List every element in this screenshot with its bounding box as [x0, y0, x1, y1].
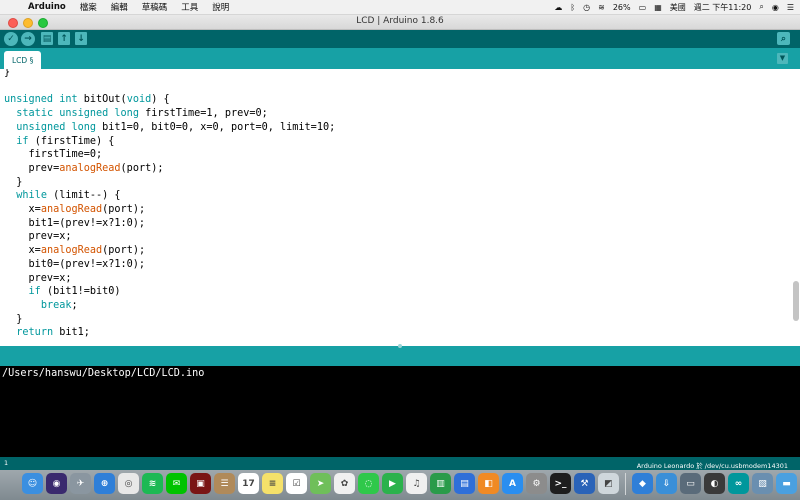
system-preferences-icon[interactable]: ⚙	[526, 473, 547, 494]
menu-edit[interactable]: 編輯	[111, 1, 128, 13]
folder-icon[interactable]: ▬	[776, 473, 797, 494]
new-sketch-button[interactable]: ▤	[41, 32, 53, 45]
toolbar: ✓ → ▤ ↑ ↓ ⌕	[0, 30, 800, 48]
board-port-info: Arduino Leonardo 於 /dev/cu.usbmodem14301	[636, 462, 788, 470]
notification-center-icon[interactable]: ☰	[787, 3, 794, 12]
console: /Users/hanswu/Desktop/LCD/LCD.ino	[0, 366, 800, 457]
images-icon[interactable]: ▧	[752, 473, 773, 494]
app-store-icon[interactable]: A	[502, 473, 523, 494]
reminders-icon[interactable]: ☑	[286, 473, 307, 494]
menu-sketch[interactable]: 草稿碼	[142, 1, 168, 13]
arduino-icon[interactable]: ∞	[728, 473, 749, 494]
code-line[interactable]: bit1=(prev!=x?1:0);	[4, 217, 335, 231]
editor-scrollbar[interactable]	[793, 281, 799, 321]
serial-monitor-button[interactable]: ⌕	[777, 32, 790, 45]
clock[interactable]: 週二 下午11:20	[694, 2, 752, 13]
code-line[interactable]	[4, 80, 335, 94]
spotify-icon[interactable]: ≋	[142, 473, 163, 494]
code-line[interactable]: prev=x;	[4, 230, 335, 244]
menu-tools[interactable]: 工具	[181, 1, 198, 13]
editor-console-divider[interactable]	[0, 344, 800, 366]
battery-percent[interactable]: 26%	[613, 3, 631, 12]
numbers-icon[interactable]: ▥	[430, 473, 451, 494]
safari-icon[interactable]: ⊕	[94, 473, 115, 494]
status-bar: 1 Arduino Leonardo 於 /dev/cu.usbmodem143…	[0, 457, 800, 470]
menu-file[interactable]: 檔案	[80, 1, 97, 13]
photo-booth-icon[interactable]: ▣	[190, 473, 211, 494]
calendar-icon[interactable]: 17	[238, 473, 259, 494]
open-sketch-button[interactable]: ↑	[58, 32, 70, 45]
facetime-icon[interactable]: ▶	[382, 473, 403, 494]
itunes-icon[interactable]: ♫	[406, 473, 427, 494]
launchpad-icon[interactable]: ✈	[70, 473, 91, 494]
code-line[interactable]: firstTime=0;	[4, 148, 335, 162]
wifi-icon[interactable]: ≋	[598, 3, 605, 12]
menu-bar: Arduino 檔案 編輯 草稿碼 工具 說明 ☁ ᛒ ◷ ≋ 26% ▭ ▦ …	[0, 0, 800, 15]
code-line[interactable]: if (bit1!=bit0)	[4, 285, 335, 299]
flag-icon[interactable]: ▦	[654, 3, 662, 12]
code-line[interactable]: while (limit--) {	[4, 189, 335, 203]
downloads-stack-icon[interactable]: ⇩	[656, 473, 677, 494]
tab-row: LCD § ▼	[0, 48, 800, 69]
tab-lcd[interactable]: LCD §	[4, 51, 42, 69]
code-line[interactable]: }	[4, 313, 335, 327]
dock-separator	[625, 473, 626, 495]
code-line[interactable]: unsigned long bit1=0, bit0=0, x=0, port=…	[4, 121, 335, 135]
upload-button[interactable]: →	[21, 32, 35, 46]
save-sketch-button[interactable]: ↓	[75, 32, 87, 45]
code-line[interactable]: if (firstTime) {	[4, 135, 335, 149]
messages-icon[interactable]: ◌	[358, 473, 379, 494]
divider-handle[interactable]	[398, 344, 402, 348]
cloud-icon[interactable]: ☁	[554, 3, 562, 12]
finder-icon[interactable]: ☺	[22, 473, 43, 494]
tab-menu-button[interactable]: ▼	[777, 53, 788, 64]
line-icon[interactable]: ✉	[166, 473, 187, 494]
code-line[interactable]: prev=analogRead(port);	[4, 162, 335, 176]
console-output: /Users/hanswu/Desktop/LCD/LCD.ino	[2, 368, 205, 379]
menu-app-name[interactable]: Arduino	[28, 2, 66, 12]
code-line[interactable]: return bit1;	[4, 326, 335, 340]
verify-button[interactable]: ✓	[4, 32, 18, 46]
spotlight-icon[interactable]: ⌕	[759, 2, 763, 12]
notes-icon[interactable]: ≡	[262, 473, 283, 494]
window-title: LCD | Arduino 1.8.6	[356, 16, 444, 26]
time-machine-icon[interactable]: ◷	[583, 3, 590, 12]
window-title-bar[interactable]: LCD | Arduino 1.8.6	[0, 15, 800, 30]
magnifier-icon[interactable]: ◐	[704, 473, 725, 494]
photos-icon[interactable]: ✿	[334, 473, 355, 494]
code-text[interactable]: } unsigned int bitOut(void) { static uns…	[4, 69, 335, 340]
xcode-icon[interactable]: ⚒	[574, 473, 595, 494]
dock: ☺◉✈⊕◎≋✉▣☰17≡☑➤✿◌▶♫▥▤◧A⚙>_⚒◩◆⇩▭◐∞▧▬🗑	[0, 470, 800, 500]
menu-help[interactable]: 說明	[212, 1, 229, 13]
code-line[interactable]: bit0=(prev!=x?1:0);	[4, 258, 335, 272]
terminal-icon[interactable]: >_	[550, 473, 571, 494]
code-line[interactable]: }	[4, 69, 335, 80]
code-line[interactable]: prev=x;	[4, 272, 335, 286]
code-line[interactable]: break;	[4, 299, 335, 313]
preview-icon[interactable]: ◩	[598, 473, 619, 494]
books-icon[interactable]: ◧	[478, 473, 499, 494]
bluetooth-icon[interactable]: ᛒ	[570, 3, 575, 12]
siri-icon[interactable]: ◉	[46, 473, 67, 494]
chrome-icon[interactable]: ◎	[118, 473, 139, 494]
line-number: 1	[4, 459, 9, 467]
code-line[interactable]: x=analogRead(port);	[4, 203, 335, 217]
battery-icon[interactable]: ▭	[639, 3, 647, 12]
screen-sharing-icon[interactable]: ▭	[680, 473, 701, 494]
code-line[interactable]: static unsigned long firstTime=1, prev=0…	[4, 107, 335, 121]
code-line[interactable]: }	[4, 176, 335, 190]
code-line[interactable]: unsigned int bitOut(void) {	[4, 93, 335, 107]
contacts-icon[interactable]: ☰	[214, 473, 235, 494]
user-icon[interactable]: ◉	[772, 3, 779, 12]
unknown-app-icon[interactable]: ◆	[632, 473, 653, 494]
status-menus: ☁ ᛒ ◷ ≋ 26% ▭ ▦ 美國 週二 下午11:20 ⌕ ◉ ☰	[554, 0, 794, 14]
keynote-icon[interactable]: ▤	[454, 473, 475, 494]
input-method[interactable]: 美國	[670, 2, 686, 13]
maps-icon[interactable]: ➤	[310, 473, 331, 494]
code-editor[interactable]: } unsigned int bitOut(void) { static uns…	[0, 69, 800, 346]
code-line[interactable]: x=analogRead(port);	[4, 244, 335, 258]
